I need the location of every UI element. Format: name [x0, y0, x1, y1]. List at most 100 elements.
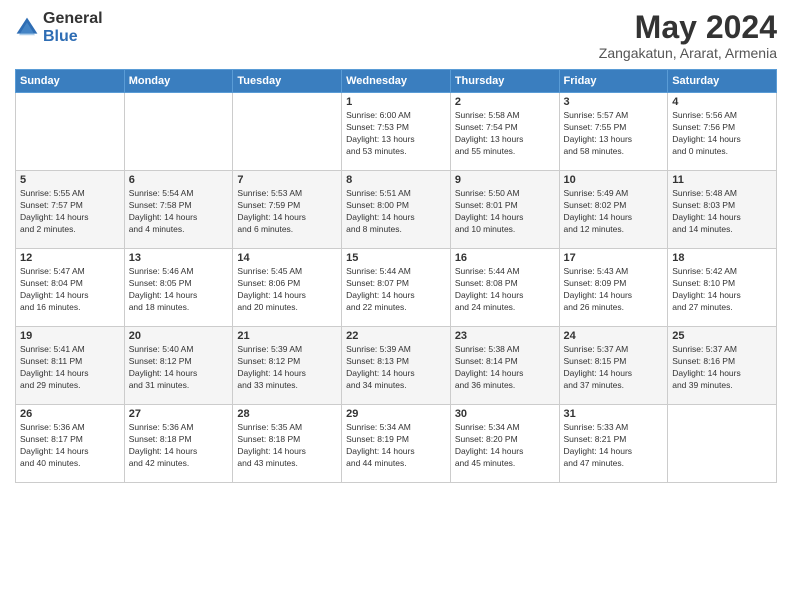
day-number: 16: [455, 252, 555, 264]
calendar-week-row: 19 Sunrise: 5:41 AM Sunset: 8:11 PM Dayli…: [16, 327, 777, 405]
day-number: 6: [129, 174, 229, 186]
calendar-cell: 13 Sunrise: 5:46 AM Sunset: 8:05 PM Dayli…: [124, 249, 233, 327]
calendar-cell: 5Sunrise: 5:55 AM Sunset: 7:57 PM Daylig…: [16, 171, 125, 249]
day-number: 15: [346, 252, 446, 264]
col-header-tuesday: Tuesday: [233, 70, 342, 93]
day-info: Sunrise: 5:48 AM Sunset: 8:03 PM Dayligh…: [672, 188, 772, 236]
calendar-cell: 30 Sunrise: 5:34 AM Sunset: 8:20 PM Dayli…: [450, 405, 559, 483]
calendar-cell: 28 Sunrise: 5:35 AM Sunset: 8:18 PM Dayli…: [233, 405, 342, 483]
day-number: 24: [564, 330, 664, 342]
calendar-week-row: 1 Sunrise: 6:00 AM Sunset: 7:53 PM Daylig…: [16, 93, 777, 171]
day-info: Sunrise: 5:44 AM Sunset: 8:08 PM Dayligh…: [455, 266, 555, 314]
calendar-header-row: SundayMondayTuesdayWednesdayThursdayFrid…: [16, 70, 777, 93]
day-info: Sunrise: 5:36 AM Sunset: 8:18 PM Dayligh…: [129, 422, 229, 470]
day-number: 21: [237, 330, 337, 342]
day-info: Sunrise: 5:33 AM Sunset: 8:21 PM Dayligh…: [564, 422, 664, 470]
day-number: 30: [455, 408, 555, 420]
day-info: Sunrise: 5:39 AM Sunset: 8:12 PM Dayligh…: [237, 344, 337, 392]
calendar-week-row: 26 Sunrise: 5:36 AM Sunset: 8:17 PM Dayli…: [16, 405, 777, 483]
day-number: 23: [455, 330, 555, 342]
day-number: 26: [20, 408, 120, 420]
day-info: Sunrise: 5:57 AM Sunset: 7:55 PM Dayligh…: [564, 110, 664, 158]
col-header-friday: Friday: [559, 70, 668, 93]
day-number: 19: [20, 330, 120, 342]
calendar-cell: 24Sunrise: 5:37 AM Sunset: 8:15 PM Dayli…: [559, 327, 668, 405]
calendar-cell: [124, 93, 233, 171]
logo-blue: Blue: [43, 28, 78, 45]
calendar-cell: 19 Sunrise: 5:41 AM Sunset: 8:11 PM Dayli…: [16, 327, 125, 405]
day-info: Sunrise: 5:47 AM Sunset: 8:04 PM Dayligh…: [20, 266, 120, 314]
calendar-cell: 15 Sunrise: 5:44 AM Sunset: 8:07 PM Dayli…: [342, 249, 451, 327]
col-header-wednesday: Wednesday: [342, 70, 451, 93]
logo: General Blue: [15, 10, 103, 46]
day-number: 4: [672, 96, 772, 108]
day-number: 5: [20, 174, 120, 186]
day-info: Sunrise: 5:49 AM Sunset: 8:02 PM Dayligh…: [564, 188, 664, 236]
day-info: Sunrise: 5:51 AM Sunset: 8:00 PM Dayligh…: [346, 188, 446, 236]
col-header-monday: Monday: [124, 70, 233, 93]
calendar-table: SundayMondayTuesdayWednesdayThursdayFrid…: [15, 69, 777, 483]
day-info: Sunrise: 5:53 AM Sunset: 7:59 PM Dayligh…: [237, 188, 337, 236]
day-number: 29: [346, 408, 446, 420]
calendar-cell: 29 Sunrise: 5:34 AM Sunset: 8:19 PM Dayli…: [342, 405, 451, 483]
day-number: 3: [564, 96, 664, 108]
day-info: Sunrise: 5:35 AM Sunset: 8:18 PM Dayligh…: [237, 422, 337, 470]
day-number: 9: [455, 174, 555, 186]
title-block: May 2024 Zangakatun, Ararat, Armenia: [599, 10, 777, 61]
calendar-cell: 4 Sunrise: 5:56 AM Sunset: 7:56 PM Daylig…: [668, 93, 777, 171]
calendar-cell: 31Sunrise: 5:33 AM Sunset: 8:21 PM Dayli…: [559, 405, 668, 483]
day-info: Sunrise: 5:38 AM Sunset: 8:14 PM Dayligh…: [455, 344, 555, 392]
day-info: Sunrise: 5:56 AM Sunset: 7:56 PM Dayligh…: [672, 110, 772, 158]
logo-general: General: [43, 10, 103, 27]
calendar-cell: 20 Sunrise: 5:40 AM Sunset: 8:12 PM Dayli…: [124, 327, 233, 405]
day-info: Sunrise: 5:42 AM Sunset: 8:10 PM Dayligh…: [672, 266, 772, 314]
day-number: 22: [346, 330, 446, 342]
calendar-cell: 23 Sunrise: 5:38 AM Sunset: 8:14 PM Dayli…: [450, 327, 559, 405]
calendar-week-row: 12 Sunrise: 5:47 AM Sunset: 8:04 PM Dayli…: [16, 249, 777, 327]
day-number: 1: [346, 96, 446, 108]
day-info: Sunrise: 5:39 AM Sunset: 8:13 PM Dayligh…: [346, 344, 446, 392]
day-info: Sunrise: 5:45 AM Sunset: 8:06 PM Dayligh…: [237, 266, 337, 314]
calendar-week-row: 5Sunrise: 5:55 AM Sunset: 7:57 PM Daylig…: [16, 171, 777, 249]
day-info: Sunrise: 5:46 AM Sunset: 8:05 PM Dayligh…: [129, 266, 229, 314]
calendar-cell: 11 Sunrise: 5:48 AM Sunset: 8:03 PM Dayli…: [668, 171, 777, 249]
day-number: 10: [564, 174, 664, 186]
day-info: Sunrise: 5:37 AM Sunset: 8:16 PM Dayligh…: [672, 344, 772, 392]
calendar-cell: 8Sunrise: 5:51 AM Sunset: 8:00 PM Daylig…: [342, 171, 451, 249]
calendar-cell: 17Sunrise: 5:43 AM Sunset: 8:09 PM Dayli…: [559, 249, 668, 327]
calendar-cell: [668, 405, 777, 483]
calendar-cell: 2Sunrise: 5:58 AM Sunset: 7:54 PM Daylig…: [450, 93, 559, 171]
day-number: 20: [129, 330, 229, 342]
day-info: Sunrise: 6:00 AM Sunset: 7:53 PM Dayligh…: [346, 110, 446, 158]
day-info: Sunrise: 5:40 AM Sunset: 8:12 PM Dayligh…: [129, 344, 229, 392]
day-info: Sunrise: 5:41 AM Sunset: 8:11 PM Dayligh…: [20, 344, 120, 392]
col-header-saturday: Saturday: [668, 70, 777, 93]
calendar-cell: 1 Sunrise: 6:00 AM Sunset: 7:53 PM Daylig…: [342, 93, 451, 171]
day-info: Sunrise: 5:36 AM Sunset: 8:17 PM Dayligh…: [20, 422, 120, 470]
day-number: 27: [129, 408, 229, 420]
page: General Blue May 2024 Zangakatun, Ararat…: [0, 0, 792, 612]
day-number: 17: [564, 252, 664, 264]
calendar-cell: 6 Sunrise: 5:54 AM Sunset: 7:58 PM Daylig…: [124, 171, 233, 249]
day-info: Sunrise: 5:44 AM Sunset: 8:07 PM Dayligh…: [346, 266, 446, 314]
logo-icon: [15, 16, 39, 40]
day-info: Sunrise: 5:58 AM Sunset: 7:54 PM Dayligh…: [455, 110, 555, 158]
day-number: 11: [672, 174, 772, 186]
day-number: 28: [237, 408, 337, 420]
day-number: 13: [129, 252, 229, 264]
day-info: Sunrise: 5:34 AM Sunset: 8:20 PM Dayligh…: [455, 422, 555, 470]
day-number: 12: [20, 252, 120, 264]
calendar-cell: 21 Sunrise: 5:39 AM Sunset: 8:12 PM Dayli…: [233, 327, 342, 405]
location-subtitle: Zangakatun, Ararat, Armenia: [599, 45, 777, 61]
calendar-cell: 10 Sunrise: 5:49 AM Sunset: 8:02 PM Dayli…: [559, 171, 668, 249]
col-header-thursday: Thursday: [450, 70, 559, 93]
calendar-cell: 14Sunrise: 5:45 AM Sunset: 8:06 PM Dayli…: [233, 249, 342, 327]
calendar-cell: 16 Sunrise: 5:44 AM Sunset: 8:08 PM Dayli…: [450, 249, 559, 327]
day-info: Sunrise: 5:34 AM Sunset: 8:19 PM Dayligh…: [346, 422, 446, 470]
calendar-cell: 9Sunrise: 5:50 AM Sunset: 8:01 PM Daylig…: [450, 171, 559, 249]
col-header-sunday: Sunday: [16, 70, 125, 93]
header: General Blue May 2024 Zangakatun, Ararat…: [15, 10, 777, 61]
calendar-cell: 26 Sunrise: 5:36 AM Sunset: 8:17 PM Dayli…: [16, 405, 125, 483]
day-info: Sunrise: 5:54 AM Sunset: 7:58 PM Dayligh…: [129, 188, 229, 236]
calendar-cell: 3 Sunrise: 5:57 AM Sunset: 7:55 PM Daylig…: [559, 93, 668, 171]
